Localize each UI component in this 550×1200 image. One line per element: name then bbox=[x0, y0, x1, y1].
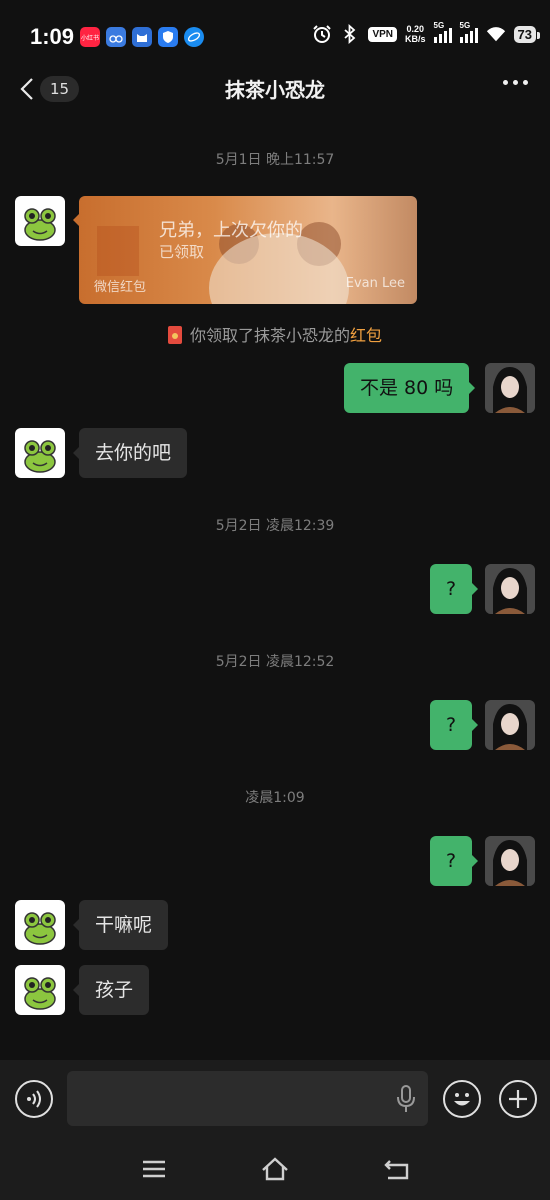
microphone-icon bbox=[397, 1085, 415, 1112]
recent-apps-button[interactable] bbox=[139, 1154, 169, 1184]
wifi-icon bbox=[486, 24, 506, 44]
red-packet-author: Evan Lee bbox=[345, 276, 405, 291]
voice-mode-button[interactable] bbox=[15, 1080, 53, 1118]
system-status-icons: VPN 0.20 KB/s 5G 5G 73 bbox=[312, 21, 541, 44]
app-browser-icon bbox=[184, 27, 204, 47]
bluetooth-icon bbox=[340, 24, 360, 44]
sim1-label: 5G bbox=[433, 21, 445, 30]
signal-sim1-icon: 5G bbox=[433, 21, 452, 43]
user-portrait-icon bbox=[485, 700, 535, 750]
xiaohongshu-icon: 小红书 bbox=[80, 27, 100, 47]
home-button[interactable] bbox=[260, 1154, 290, 1184]
emoji-button[interactable] bbox=[443, 1080, 481, 1118]
my-message-bubble[interactable]: ? bbox=[430, 564, 479, 614]
contact-avatar[interactable] bbox=[15, 900, 65, 950]
red-packet-card[interactable]: 兄弟，上次欠你的 已领取 微信红包 Evan Lee bbox=[79, 196, 417, 304]
frog-avatar-icon bbox=[24, 977, 56, 1010]
frog-avatar-icon bbox=[24, 912, 56, 945]
system-notice: 你领取了抹茶小恐龙的红包 bbox=[0, 322, 550, 346]
user-portrait-icon bbox=[485, 363, 535, 413]
message-input-bar bbox=[0, 1060, 550, 1140]
emoji-icon bbox=[454, 1093, 470, 1106]
notification-app-icons: 小红书 bbox=[80, 27, 204, 47]
menu-icon bbox=[143, 1160, 165, 1178]
network-speed-value: 0.20 bbox=[406, 24, 425, 34]
user-portrait-icon bbox=[485, 564, 535, 614]
chat-header: 15 抹茶小恐龙 bbox=[0, 70, 550, 108]
my-avatar[interactable] bbox=[485, 700, 535, 750]
my-avatar[interactable] bbox=[485, 363, 535, 413]
frog-avatar-icon bbox=[24, 440, 56, 473]
system-notice-text: 你领取了抹茶小恐龙的 bbox=[189, 326, 350, 345]
vpn-icon: VPN bbox=[368, 26, 398, 42]
app-cat-icon bbox=[132, 27, 152, 47]
status-time: 1:09 bbox=[30, 24, 75, 49]
contact-message-bubble[interactable]: 孩子 bbox=[72, 965, 150, 1015]
timestamp: 5月1日 晚上11:57 bbox=[215, 152, 335, 168]
sim2-label: 5G bbox=[459, 21, 471, 30]
timestamp: 5月2日 凌晨12:52 bbox=[215, 654, 335, 670]
red-packet-title: 兄弟，上次欠你的 bbox=[159, 220, 303, 241]
more-options-button[interactable] bbox=[503, 80, 528, 85]
plus-icon bbox=[509, 1090, 527, 1108]
message-input[interactable] bbox=[67, 1071, 428, 1126]
voice-icon bbox=[27, 1090, 41, 1108]
my-avatar[interactable] bbox=[485, 836, 535, 886]
contact-avatar[interactable] bbox=[15, 196, 65, 246]
system-navigation-bar bbox=[0, 1140, 550, 1200]
app-shield-icon bbox=[158, 27, 178, 47]
red-packet-status: 已领取 bbox=[159, 243, 205, 261]
more-dot-icon bbox=[523, 80, 528, 85]
chat-title: 抹茶小恐龙 bbox=[225, 78, 325, 102]
red-packet-footer: 微信红包 bbox=[94, 280, 147, 295]
app-bike-icon bbox=[106, 27, 126, 47]
status-bar: 1:09 小红书 VPN 0.20 KB/s 5G 5G 73 bbox=[0, 0, 550, 70]
contact-avatar[interactable] bbox=[15, 965, 65, 1015]
red-packet-link[interactable]: 红包 bbox=[350, 326, 382, 345]
alarm-icon bbox=[312, 24, 332, 44]
user-portrait-icon bbox=[485, 836, 535, 886]
more-dot-icon bbox=[503, 80, 508, 85]
my-message-bubble[interactable]: ? bbox=[430, 700, 479, 750]
contact-message-bubble[interactable]: 干嘛呢 bbox=[72, 900, 169, 950]
battery-indicator: 73 bbox=[513, 25, 541, 43]
timestamp: 凌晨1:09 bbox=[245, 790, 305, 806]
my-message-bubble[interactable]: ? bbox=[430, 836, 479, 886]
network-speed: 0.20 KB/s bbox=[405, 24, 426, 44]
more-dot-icon bbox=[513, 80, 518, 85]
home-icon bbox=[262, 1157, 288, 1181]
timestamp: 5月2日 凌晨12:39 bbox=[215, 518, 335, 534]
more-actions-button[interactable] bbox=[499, 1080, 537, 1118]
microphone-button[interactable] bbox=[396, 1085, 416, 1113]
signal-sim2-icon: 5G bbox=[459, 21, 478, 43]
my-message-bubble[interactable]: 不是 80 吗 bbox=[344, 363, 476, 413]
red-packet-icon bbox=[167, 326, 182, 344]
back-nav-icon bbox=[384, 1160, 409, 1180]
my-avatar[interactable] bbox=[485, 564, 535, 614]
back-nav-button[interactable] bbox=[382, 1154, 412, 1184]
frog-avatar-icon bbox=[24, 208, 56, 241]
network-speed-unit: KB/s bbox=[405, 34, 426, 44]
contact-avatar[interactable] bbox=[15, 428, 65, 478]
contact-message-bubble[interactable]: 去你的吧 bbox=[72, 428, 188, 478]
